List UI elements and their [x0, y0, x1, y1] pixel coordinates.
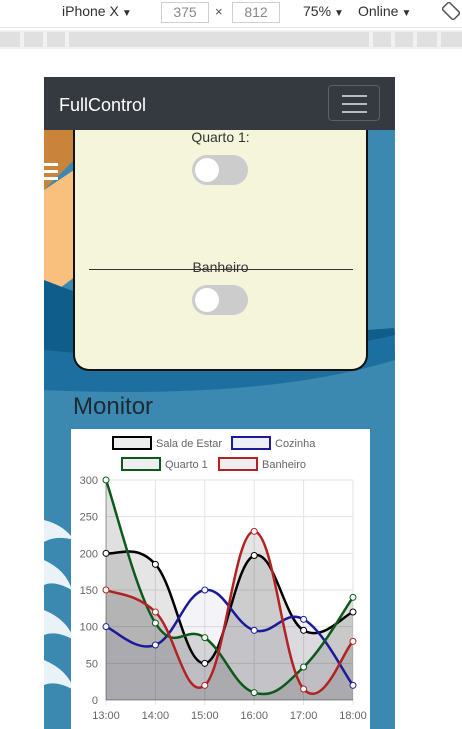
data-point[interactable] — [300, 663, 308, 671]
legend-label[interactable]: Banheiro — [262, 459, 306, 471]
network-throttle-select[interactable]: Online ▼ — [358, 3, 411, 19]
switch-label-banheiro: Banheiro — [192, 259, 249, 275]
legend-swatch[interactable] — [121, 457, 161, 471]
data-point[interactable] — [151, 619, 159, 627]
data-point[interactable] — [102, 586, 110, 594]
data-point[interactable] — [201, 659, 209, 667]
data-point[interactable] — [349, 593, 357, 601]
toggle-knob — [195, 158, 219, 182]
y-tick-label: 200 — [80, 548, 98, 560]
toggle-knob — [195, 288, 219, 312]
hamburger-icon — [342, 95, 367, 97]
device-height-input[interactable]: 812 — [232, 2, 280, 23]
chevron-down-icon: ▼ — [401, 8, 412, 19]
device-select[interactable]: iPhone X ▼ — [62, 3, 132, 19]
data-point[interactable] — [250, 527, 258, 535]
data-point[interactable] — [102, 476, 110, 484]
switch-panel: Quarto 1: Banheiro — [73, 117, 368, 371]
data-point[interactable] — [250, 552, 258, 560]
devtools-device-toolbar: iPhone X ▼ 375 × 812 75% ▼ Online ▼ — [0, 0, 462, 28]
device-select-label: iPhone X — [62, 3, 119, 19]
navbar-toggle-button[interactable] — [328, 85, 380, 121]
legend-swatch[interactable] — [218, 457, 258, 471]
y-tick-label: 100 — [80, 622, 98, 634]
y-tick-label: 50 — [86, 658, 98, 670]
dimension-separator: × — [215, 4, 223, 19]
monitor-heading: Monitor — [73, 393, 154, 420]
legend-swatch[interactable] — [112, 436, 152, 450]
data-point[interactable] — [349, 681, 357, 689]
chevron-down-icon: ▼ — [121, 8, 132, 19]
monitor-chart: 0 50 100 150 200 250 300 13:00 14:00 15:00 16:00 17… — [71, 429, 370, 729]
media-query-bar[interactable] — [0, 30, 462, 49]
x-tick-label: 17:00 — [290, 710, 318, 722]
device-width-input[interactable]: 375 — [161, 2, 209, 23]
x-tick-label: 14:00 — [142, 710, 170, 722]
chart-svg: 0 50 100 150 200 250 300 13:00 14:00 15:00 16:00 17… — [80, 436, 367, 722]
data-point[interactable] — [300, 685, 308, 693]
data-point[interactable] — [300, 626, 308, 634]
legend-swatch[interactable] — [231, 436, 271, 450]
rotate-icon[interactable] — [442, 2, 460, 20]
data-point[interactable] — [102, 623, 110, 631]
device-viewport: FullControl Quarto 1: Banheiro Monitor 0… — [44, 77, 395, 729]
data-point[interactable] — [349, 637, 357, 645]
y-tick-label: 250 — [80, 512, 98, 524]
network-select-label: Online — [358, 3, 399, 19]
data-point[interactable] — [151, 608, 159, 616]
x-tick-label: 15:00 — [191, 710, 219, 722]
brand-title[interactable]: FullControl — [59, 95, 146, 116]
data-point[interactable] — [250, 689, 258, 697]
navbar: FullControl — [44, 77, 395, 130]
data-point[interactable] — [151, 641, 159, 649]
zoom-select-label: 75% — [303, 3, 332, 19]
switch-quarto-toggle[interactable] — [192, 155, 248, 185]
x-tick-label: 13:00 — [92, 710, 120, 722]
legend-label[interactable]: Sala de Estar — [156, 438, 222, 450]
x-tick-label: 16:00 — [240, 710, 268, 722]
data-point[interactable] — [300, 615, 308, 623]
data-point[interactable] — [102, 549, 110, 557]
legend-label[interactable]: Quarto 1 — [165, 459, 208, 471]
y-tick-label: 300 — [80, 475, 98, 487]
data-point[interactable] — [201, 586, 209, 594]
legend-label[interactable]: Cozinha — [275, 438, 316, 450]
y-tick-label: 0 — [92, 695, 98, 707]
zoom-select[interactable]: 75% ▼ — [303, 3, 344, 19]
data-point[interactable] — [349, 608, 357, 616]
x-tick-label: 18:00 — [339, 710, 367, 722]
switch-label-quarto: Quarto 1: — [191, 129, 250, 145]
data-point[interactable] — [201, 681, 209, 689]
switch-banheiro-toggle[interactable] — [192, 285, 248, 315]
chevron-down-icon: ▼ — [334, 8, 344, 19]
data-point[interactable] — [201, 634, 209, 642]
y-tick-label: 150 — [80, 585, 98, 597]
data-point[interactable] — [151, 560, 159, 568]
data-point[interactable] — [250, 626, 258, 634]
